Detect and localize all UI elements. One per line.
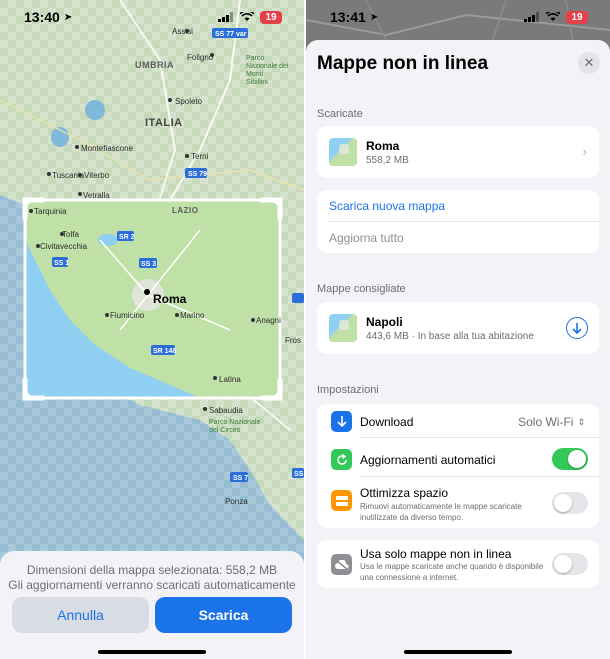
suggested-map-detail: 443,6 MB · In base alla tua abitazione bbox=[366, 331, 534, 342]
offline-only-label: Usa solo mappe non in linea bbox=[360, 547, 512, 561]
section-suggested-label: Mappe consigliate bbox=[317, 283, 406, 295]
download-setting-select[interactable]: Solo Wi-Fi ⇕ bbox=[518, 415, 585, 429]
map-label-roma: Roma bbox=[153, 292, 187, 306]
map-screen: Assisi SS 77 var UMBRIA Foligno Parco Na… bbox=[0, 0, 304, 659]
auto-update-label: Aggiornamenti automatici bbox=[360, 453, 496, 467]
offline-maps-sheet: Mappe non in linea ✕ Scaricate Roma 558,… bbox=[306, 40, 610, 659]
section-settings-label: Impostazioni bbox=[317, 384, 379, 396]
home-indicator bbox=[404, 650, 512, 654]
map-label-ss79: SS 79 bbox=[188, 171, 207, 178]
map-label-ss3: SS 3 bbox=[141, 261, 156, 268]
location-arrow-icon: ➤ bbox=[369, 11, 379, 23]
page-title: Mappe non in linea bbox=[317, 53, 489, 74]
map-label-tolfa: Tolfa bbox=[62, 230, 79, 239]
map-label-parco-sibillini: Parco bbox=[246, 55, 264, 62]
map-label-lazio: LAZIO bbox=[172, 206, 199, 215]
status-time: 13:40 bbox=[24, 9, 60, 25]
battery-indicator: 19 bbox=[260, 10, 282, 24]
download-setting-value: Solo Wi-Fi bbox=[518, 415, 574, 429]
map-label-circeo: Parco Nazionale bbox=[209, 419, 260, 426]
status-bar: 13:40 ➤ 19 bbox=[0, 0, 304, 34]
auto-update-note: Gli aggiornamenti verranno scaricati aut… bbox=[8, 578, 296, 592]
map-label-sr148: SR 148 bbox=[153, 348, 176, 355]
chevron-updown-icon: ⇕ bbox=[577, 416, 585, 427]
cancel-button[interactable]: Annulla bbox=[12, 597, 149, 633]
map-label-umbria: UMBRIA bbox=[135, 60, 174, 70]
map-label-foligno: Foligno bbox=[187, 53, 214, 62]
wifi-icon bbox=[546, 12, 560, 21]
map-thumbnail-icon bbox=[329, 314, 357, 342]
map-label-anagni: Anagni bbox=[256, 316, 281, 325]
map-label-viterbo: Viterbo bbox=[84, 171, 110, 180]
map-thumbnail-icon bbox=[329, 138, 357, 166]
downloaded-map-size: 558,2 MB bbox=[366, 155, 409, 166]
map-label-sr2: SR 2 bbox=[119, 234, 135, 241]
optimize-space-description: Rimuovi automaticamente le mappe scarica… bbox=[360, 502, 522, 522]
map-label-frosinone: Fros bbox=[285, 336, 301, 345]
offline-only-toggle[interactable] bbox=[552, 553, 588, 575]
svg-text:Sibillini: Sibillini bbox=[246, 79, 268, 86]
location-arrow-icon: ➤ bbox=[63, 11, 73, 23]
download-icon bbox=[331, 411, 352, 432]
optimize-space-toggle[interactable] bbox=[552, 492, 588, 514]
map-label-tuscania: Tuscania bbox=[52, 171, 85, 180]
map-label-sabaudia: Sabaudia bbox=[209, 406, 243, 415]
settings-card: Download Solo Wi-Fi ⇕ Aggiornamenti auto… bbox=[317, 404, 599, 528]
update-all-link[interactable]: Aggiorna tutto bbox=[329, 231, 404, 245]
cloud-off-icon bbox=[331, 554, 352, 575]
map-label-tarquinia: Tarquinia bbox=[34, 207, 67, 216]
map-label-spoleto: Spoleto bbox=[175, 97, 203, 106]
selected-map-size: Dimensioni della mappa selezionata: 558,… bbox=[26, 563, 278, 577]
map-label-ss29: SS bbox=[294, 471, 304, 478]
offline-only-description: Usa le mappe scaricate anche quando è di… bbox=[360, 562, 544, 582]
map-label-marino: Marino bbox=[180, 311, 205, 320]
map-label-fiumicino: Fiumicino bbox=[110, 311, 145, 320]
map-label-latina: Latina bbox=[219, 375, 241, 384]
optimize-space-label: Ottimizza spazio bbox=[360, 486, 449, 500]
status-bar: 13:41 ➤ 19 bbox=[306, 0, 610, 34]
download-button[interactable]: Scarica bbox=[155, 597, 292, 633]
storage-icon bbox=[331, 490, 352, 511]
svg-text:Nazionale dei: Nazionale dei bbox=[246, 63, 289, 70]
suggested-map-name: Napoli bbox=[366, 315, 403, 329]
download-arrow-icon[interactable] bbox=[566, 317, 588, 339]
signal-icon bbox=[524, 12, 539, 22]
section-downloaded-label: Scaricate bbox=[317, 108, 363, 120]
close-button[interactable]: ✕ bbox=[578, 52, 600, 74]
download-sheet: Dimensioni della mappa selezionata: 558,… bbox=[0, 551, 304, 659]
suggested-map-row[interactable]: Napoli 443,6 MB · In base alla tua abita… bbox=[317, 302, 599, 354]
chevron-right-icon: › bbox=[582, 143, 587, 159]
home-indicator bbox=[98, 650, 206, 654]
wifi-icon bbox=[240, 12, 254, 21]
downloaded-map-row[interactable]: Roma 558,2 MB › bbox=[317, 126, 599, 178]
map-label-vetralla: Vetralla bbox=[83, 191, 110, 200]
svg-text:Monti: Monti bbox=[246, 71, 264, 78]
downloaded-map-name: Roma bbox=[366, 139, 400, 153]
refresh-icon bbox=[331, 449, 352, 470]
signal-icon bbox=[218, 12, 233, 22]
map-label-montefiascone: Montefiascone bbox=[81, 144, 134, 153]
map-label-italia: ITALIA bbox=[145, 117, 183, 129]
battery-indicator: 19 bbox=[566, 10, 588, 24]
offline-only-card: Usa solo mappe non in linea Usa le mappe… bbox=[317, 540, 599, 588]
map-actions-card: Scarica nuova mappa Aggiorna tutto bbox=[317, 190, 599, 253]
auto-update-toggle[interactable] bbox=[552, 448, 588, 470]
status-time: 13:41 bbox=[330, 9, 366, 25]
svg-text:del Circeo: del Circeo bbox=[209, 427, 241, 434]
offline-maps-screen: 13:41 ➤ 19 Mappe non in linea ✕ Scaricat… bbox=[306, 0, 610, 659]
map-label-ss7: SS 7 bbox=[233, 475, 248, 482]
map-label-terni: Terni bbox=[191, 152, 209, 161]
download-setting-label: Download bbox=[360, 415, 414, 429]
close-icon: ✕ bbox=[583, 55, 595, 70]
map-label-ss1: SS 1 bbox=[54, 260, 69, 267]
map-label-ponza: Ponza bbox=[225, 497, 248, 506]
map-label-civitavecchia: Civitavecchia bbox=[40, 242, 88, 251]
download-new-map-link[interactable]: Scarica nuova mappa bbox=[329, 199, 445, 213]
